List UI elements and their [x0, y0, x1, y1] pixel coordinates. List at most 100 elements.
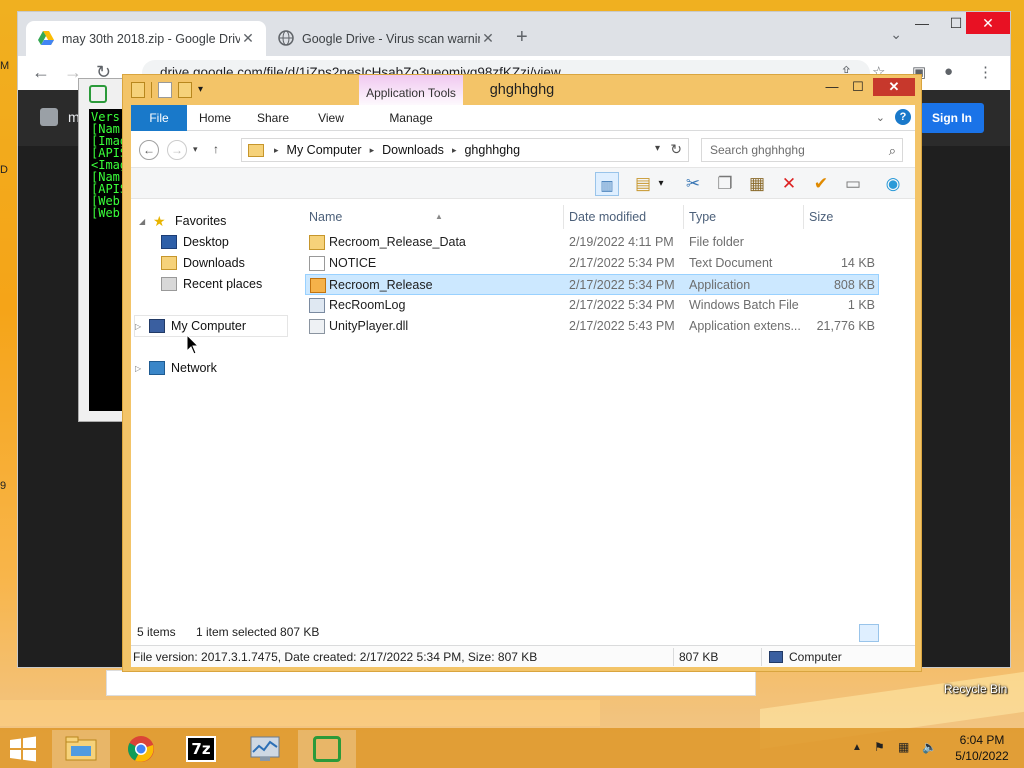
expand-triangle-icon[interactable]: ▷: [135, 322, 145, 331]
breadcrumb-current-folder[interactable]: ghghhghg: [460, 143, 524, 157]
delete-icon[interactable]: ✕: [777, 172, 801, 196]
chrome-tab-drive-zip[interactable]: may 30th 2018.zip - Google Drive ✕: [26, 21, 266, 56]
back-arrow-icon[interactable]: ←: [32, 62, 50, 83]
maximize-icon[interactable]: ☐: [845, 78, 871, 96]
sign-in-button[interactable]: Sign In: [920, 103, 984, 133]
up-arrow-icon[interactable]: ↑: [213, 142, 219, 156]
desktop-icon: [161, 235, 177, 249]
close-tab-icon[interactable]: ✕: [480, 30, 496, 47]
tab-share[interactable]: Share: [253, 105, 293, 131]
rename-icon[interactable]: ▭: [841, 172, 865, 196]
expand-triangle-icon[interactable]: ▷: [135, 364, 145, 373]
chevron-right-icon[interactable]: ▸: [270, 145, 283, 156]
file-name: UnityPlayer.dll: [329, 319, 409, 333]
globe-icon[interactable]: ◉: [881, 172, 905, 196]
collapse-triangle-icon[interactable]: ◢: [139, 217, 149, 226]
file-type: Windows Batch File: [689, 298, 799, 312]
explorer-titlebar[interactable]: ▾ Application Tools ghghhghg — ☐ ✕: [123, 75, 921, 131]
chevron-right-icon[interactable]: ▸: [448, 145, 461, 156]
tray-overflow-chevron-icon[interactable]: ▲: [852, 742, 862, 753]
file-row[interactable]: RecRoomLog 2/17/2022 5:34 PM Windows Bat…: [305, 295, 879, 316]
file-row[interactable]: NOTICE 2/17/2022 5:34 PM Text Document 1…: [305, 253, 879, 274]
sidebar-item-my-computer[interactable]: ▷ My Computer: [134, 315, 288, 337]
clock-date: 5/10/2022: [955, 749, 1009, 763]
column-separator[interactable]: [563, 205, 564, 229]
taskbar-chrome[interactable]: [112, 730, 170, 768]
file-name: Recroom_Release: [329, 278, 433, 292]
sidebar-item-recent-places[interactable]: Recent places: [161, 274, 262, 294]
folder-icon: [309, 235, 325, 250]
taskbar-performance-monitor[interactable]: [236, 730, 294, 768]
help-icon[interactable]: ?: [895, 109, 911, 125]
text-file-icon: [309, 256, 325, 271]
kebab-menu-icon[interactable]: ⋮: [978, 63, 993, 81]
minimize-icon[interactable]: —: [819, 78, 845, 96]
document-icon: [40, 108, 58, 126]
chrome-tab-virus-warning[interactable]: Google Drive - Virus scan warning ✕: [266, 21, 506, 56]
recent-locations-chevron-icon[interactable]: ▾: [193, 144, 198, 155]
properties-folder-icon[interactable]: ▤: [631, 172, 655, 196]
sidebar-item-favorites[interactable]: ◢ ★ Favorites: [139, 211, 226, 231]
volume-muted-icon[interactable]: 🔈: [922, 740, 937, 754]
preview-pane-icon[interactable]: ▥: [595, 172, 619, 196]
close-window-icon[interactable]: ✕: [966, 12, 1010, 34]
sidebar-item-label: Network: [171, 361, 217, 375]
tab-view[interactable]: View: [311, 105, 351, 131]
system-clock[interactable]: 6:04 PM 5/10/2022: [950, 732, 1014, 764]
expand-ribbon-chevron-icon[interactable]: ⌄: [876, 111, 885, 124]
address-bar[interactable]: ▸ My Computer ▸ Downloads ▸ ghghhghg ▾ ↻: [241, 138, 689, 162]
tab-home[interactable]: Home: [195, 105, 235, 131]
action-center-flag-icon[interactable]: ⚑: [874, 740, 885, 754]
column-header-size[interactable]: Size: [809, 205, 879, 229]
file-row[interactable]: UnityPlayer.dll 2/17/2022 5:43 PM Applic…: [305, 316, 879, 337]
taskbar: 7z ▲ ⚑ ▦ 🔈 6:04 PM 5/10/2022: [0, 728, 1024, 768]
recycle-bin-label[interactable]: Recycle Bin: [944, 682, 1007, 696]
address-history-chevron-icon[interactable]: ▾: [655, 143, 660, 154]
details-view-icon[interactable]: [859, 624, 879, 642]
drive-bottom-bar: [106, 670, 756, 696]
column-header-name[interactable]: Name ▲: [309, 205, 559, 229]
new-tab-button[interactable]: +: [516, 26, 528, 49]
profile-avatar-icon[interactable]: ●: [944, 63, 953, 80]
sidebar-item-desktop[interactable]: Desktop: [161, 232, 229, 252]
properties-chevron-icon[interactable]: ▾: [655, 172, 667, 196]
taskbar-launcher[interactable]: [298, 730, 356, 768]
7zip-icon: 7z: [186, 736, 216, 762]
file-row-selected[interactable]: Recroom_Release 2/17/2022 5:34 PM Applic…: [305, 274, 879, 295]
file-list: Name ▲ Date modified Type Size Recroom_R…: [303, 201, 915, 611]
windows-start-icon[interactable]: [8, 736, 38, 762]
close-window-icon[interactable]: ✕: [873, 78, 915, 96]
minimize-icon[interactable]: —: [904, 12, 940, 34]
search-placeholder: Search ghghhghg: [710, 143, 805, 157]
column-header-date-modified[interactable]: Date modified: [569, 205, 679, 229]
network-tray-icon[interactable]: ▦: [898, 740, 909, 754]
tab-file[interactable]: File: [131, 105, 187, 131]
column-separator[interactable]: [803, 205, 804, 229]
column-header-type[interactable]: Type: [689, 205, 799, 229]
batch-file-icon: [309, 298, 325, 313]
breadcrumb-my-computer[interactable]: My Computer: [283, 143, 366, 157]
column-separator[interactable]: [683, 205, 684, 229]
tab-manage[interactable]: Manage: [383, 105, 439, 131]
search-input[interactable]: Search ghghhghg ⌕: [701, 138, 903, 162]
cut-icon[interactable]: ✂: [681, 172, 705, 196]
large-icons-view-icon[interactable]: [883, 624, 903, 642]
chevron-right-icon[interactable]: ▸: [366, 145, 379, 156]
copy-icon[interactable]: ❐: [713, 172, 737, 196]
forward-arrow-icon[interactable]: →: [167, 140, 187, 160]
breadcrumb-downloads[interactable]: Downloads: [378, 143, 448, 157]
file-row[interactable]: Recroom_Release_Data 2/19/2022 4:11 PM F…: [305, 232, 879, 253]
file-date: 2/19/2022 4:11 PM: [569, 235, 674, 249]
back-arrow-icon[interactable]: ←: [139, 140, 159, 160]
checkmark-icon[interactable]: ✔: [809, 172, 833, 196]
taskbar-7zip[interactable]: 7z: [172, 730, 230, 768]
search-icon[interactable]: ⌕: [889, 140, 896, 162]
sidebar-item-downloads[interactable]: Downloads: [161, 253, 245, 273]
tab-search-chevron-icon[interactable]: ⌄: [890, 26, 902, 43]
paste-icon[interactable]: ▦: [745, 172, 769, 196]
taskbar-file-explorer[interactable]: [52, 730, 110, 768]
sidebar-item-network[interactable]: ▷ Network: [135, 358, 217, 378]
file-explorer-icon: [65, 736, 97, 761]
refresh-icon[interactable]: ↻: [670, 141, 682, 158]
close-tab-icon[interactable]: ✕: [240, 30, 256, 47]
